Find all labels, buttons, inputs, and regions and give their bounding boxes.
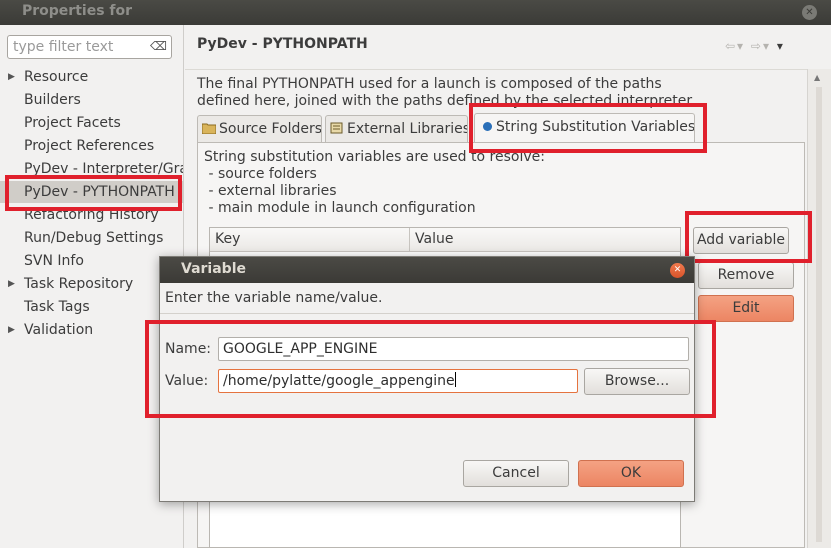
- column-header-value[interactable]: Value: [415, 231, 453, 247]
- filter-placeholder: type filter text: [13, 39, 114, 55]
- folder-icon: [201, 117, 217, 135]
- tree-item-svn-info[interactable]: SVN Info: [0, 250, 183, 272]
- scroll-up-icon[interactable]: ▲: [814, 73, 820, 82]
- vertical-scrollbar[interactable]: ▲: [807, 69, 831, 548]
- tree-item-project-facets[interactable]: Project Facets: [0, 112, 183, 134]
- tree-item-task-repository[interactable]: ▶ Task Repository: [0, 273, 183, 295]
- tree-item-run-debug-settings[interactable]: Run/Debug Settings: [0, 227, 183, 249]
- window-title: Properties for: [22, 3, 133, 19]
- tree-item-label: SVN Info: [24, 253, 84, 269]
- tree-item-label: Project References: [24, 138, 155, 154]
- dialog-close-icon[interactable]: ✕: [670, 263, 685, 278]
- column-separator[interactable]: [409, 228, 410, 252]
- tree-item-label: Task Tags: [24, 299, 90, 315]
- scrollbar-thumb[interactable]: [816, 87, 822, 542]
- edit-button[interactable]: Edit: [698, 295, 794, 322]
- ok-button[interactable]: OK: [578, 460, 684, 487]
- tree-item-label: Validation: [24, 322, 94, 338]
- remove-button[interactable]: Remove: [698, 262, 794, 289]
- description-line: The final PYTHONPATH used for a launch i…: [197, 76, 662, 92]
- library-icon: [330, 117, 344, 134]
- window-title-bar: Properties for ✕: [0, 0, 831, 25]
- tree-item-label: Resource: [24, 69, 89, 85]
- window-close-icon[interactable]: ✕: [802, 5, 817, 20]
- highlight-box-substitution-tab: [469, 103, 707, 153]
- highlight-box-pythonpath: [5, 175, 182, 211]
- highlight-box-variable-fields: [145, 320, 716, 418]
- tab-source-folders[interactable]: Source Folders: [197, 115, 322, 143]
- tab-label: External Libraries: [347, 121, 468, 137]
- tab-label: Source Folders: [219, 121, 322, 137]
- dialog-message: Enter the variable name/value.: [165, 290, 383, 306]
- forward-arrow-icon[interactable]: ⇨▾: [751, 39, 771, 53]
- tab-description: String substitution variables are used t…: [204, 149, 545, 216]
- tree-item-resource[interactable]: ▶ Resource: [0, 66, 183, 88]
- tree-item-label: Run/Debug Settings: [24, 230, 164, 246]
- left-pane: type filter text ⌫ ▶ Resource Builders P…: [0, 25, 184, 548]
- tree-item-project-references[interactable]: Project References: [0, 135, 183, 157]
- expand-arrow-icon[interactable]: ▶: [8, 273, 15, 295]
- clear-filter-icon[interactable]: ⌫: [150, 39, 167, 53]
- tree-item-task-tags[interactable]: Task Tags: [0, 296, 183, 318]
- filter-input[interactable]: type filter text ⌫: [7, 35, 172, 59]
- tree-item-builders[interactable]: Builders: [0, 89, 183, 111]
- tree-item-label: Task Repository: [24, 276, 134, 292]
- page-navigation: ⇦▾ ⇨▾ ▾: [725, 39, 785, 53]
- column-header-key[interactable]: Key: [215, 231, 240, 247]
- back-arrow-icon[interactable]: ⇦▾: [725, 39, 745, 53]
- table-header: Key Value: [210, 228, 680, 252]
- view-menu-icon[interactable]: ▾: [777, 39, 785, 53]
- cancel-button[interactable]: Cancel: [463, 460, 569, 487]
- dialog-title-bar: Variable ✕: [160, 257, 694, 283]
- tree-item-label: Project Facets: [24, 115, 121, 131]
- page-title: PyDev - PYTHONPATH: [197, 36, 368, 52]
- expand-arrow-icon[interactable]: ▶: [8, 319, 15, 341]
- highlight-box-add-variable: [685, 211, 812, 263]
- tree-item-label: Builders: [24, 92, 81, 108]
- dialog-title: Variable: [181, 261, 246, 277]
- dialog-separator: [160, 313, 694, 314]
- expand-arrow-icon[interactable]: ▶: [8, 66, 15, 88]
- tab-external-libraries[interactable]: External Libraries: [325, 115, 468, 143]
